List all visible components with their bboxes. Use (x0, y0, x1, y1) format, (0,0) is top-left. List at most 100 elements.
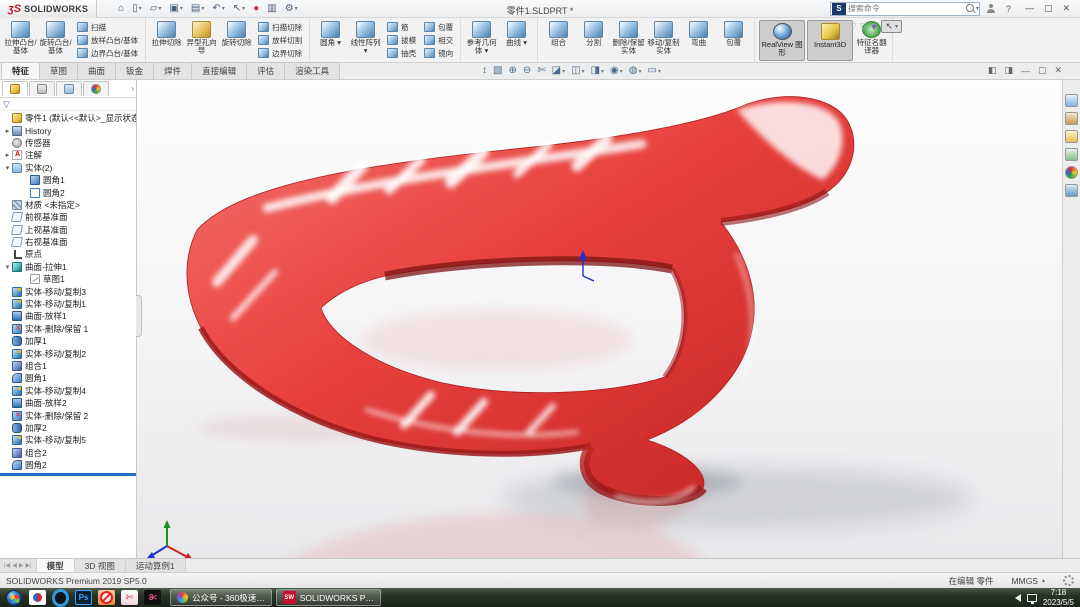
tree-item[interactable]: 右视基准面 (0, 236, 136, 248)
wrap-body-button[interactable]: 包覆 (716, 19, 751, 62)
tab-display-manager[interactable] (83, 81, 109, 96)
doc-tab-3d-views[interactable]: 3D 视图 (75, 559, 126, 572)
app-360-safe-icon[interactable] (29, 590, 46, 605)
window-browser-button[interactable]: 公众号 - 360极速… (170, 589, 272, 606)
design-library-icon[interactable] (1065, 112, 1078, 125)
tree-filter-row[interactable]: ▽ (0, 98, 136, 111)
tree-item[interactable]: ▾曲面-拉伸1 (0, 261, 136, 273)
filter-toggle-icon[interactable]: ▼ (870, 22, 879, 32)
filter-clear-icon[interactable]: ▽ (860, 21, 867, 32)
volume-icon[interactable] (1015, 594, 1021, 602)
tree-item[interactable]: 草图1 (0, 273, 136, 285)
tree-item[interactable]: 加厚1 (0, 335, 136, 347)
tree-item[interactable]: 实体-移动/复制1 (0, 298, 136, 310)
units-selector[interactable]: MMGS ▴ (1012, 576, 1045, 586)
display-style-button[interactable]: ◫▾ (569, 64, 586, 78)
lofted-cut-button[interactable]: 放样切割 (256, 34, 304, 46)
tab-焊件[interactable]: 焊件 (153, 62, 192, 79)
graphics-viewport[interactable] (137, 80, 1062, 558)
tab-渲染工具[interactable]: 渲染工具 (284, 62, 340, 79)
tab-nav-icon[interactable]: ▶ (19, 562, 24, 569)
app-browser-icon[interactable] (52, 590, 69, 605)
doc-restore-button[interactable]: ▢ (1038, 65, 1047, 76)
select-cursor-button[interactable]: ↖▾ (881, 20, 902, 33)
view-settings-button[interactable]: ▭▾ (646, 64, 663, 78)
swept-cut-button[interactable]: 扫描切除 (256, 21, 304, 33)
tab-configuration-manager[interactable] (56, 81, 82, 96)
options-button[interactable]: ⚙▾ (282, 3, 301, 15)
combine-button[interactable]: 组合 (541, 19, 576, 62)
tree-item[interactable]: 组合1 (0, 360, 136, 372)
file-explorer-icon[interactable] (1065, 130, 1078, 143)
tree-item[interactable]: 实体-移动/复制5 (0, 434, 136, 446)
tree-item[interactable]: ▸History (0, 124, 136, 136)
minimize-button[interactable]: — (1021, 3, 1038, 14)
expander-icon[interactable]: ▾ (3, 164, 12, 172)
hole-wizard-button[interactable]: 异型孔向导 (184, 19, 219, 62)
draft-button[interactable]: 拔模 (385, 34, 418, 46)
boundary-cut-button[interactable]: 边界切除 (256, 47, 304, 59)
tree-item[interactable]: 零件1 (默认<<默认>_显示状态 1>) (0, 112, 136, 124)
tree-item[interactable]: 材质 <未指定> (0, 199, 136, 211)
previous-view-button[interactable]: ⊖ (521, 64, 533, 78)
zoom-to-area-button[interactable]: ▧ (491, 64, 504, 78)
expander-icon[interactable]: ▾ (3, 263, 12, 271)
app-media-icon[interactable]: 8< (144, 590, 161, 605)
tree-item[interactable]: 圆角1 (0, 372, 136, 384)
select-button[interactable]: ↖▾ (230, 3, 248, 15)
instant3d-button[interactable]: Instant3D (807, 20, 853, 61)
view-orientation-button[interactable]: ◪▾ (550, 64, 567, 78)
tree-item[interactable]: 曲面-放样2 (0, 397, 136, 409)
tab-直接编辑[interactable]: 直接编辑 (191, 62, 247, 79)
swept-boss-base-button[interactable]: 扫描 (75, 21, 140, 33)
extruded-cut-button[interactable]: 拉伸切除 (149, 19, 184, 62)
tab-nav-icon[interactable]: |◀ (4, 562, 10, 569)
tree-item[interactable]: ▾实体(2) (0, 162, 136, 174)
panel-splitter-handle[interactable] (136, 295, 142, 337)
undo-button[interactable]: ↶▾ (209, 3, 227, 15)
tree-item[interactable]: 实体-移动/复制4 (0, 385, 136, 397)
tree-item[interactable]: 实体-移动/复制3 (0, 285, 136, 297)
fillet-button[interactable]: 圆角 ▾ (313, 19, 348, 62)
filter-off-icon[interactable]: ▽ (850, 21, 857, 32)
tree-item[interactable]: ▸注解 (0, 149, 136, 161)
tab-nav-icon[interactable]: ▶| (25, 562, 31, 569)
pane-tabs-more-icon[interactable]: › (131, 84, 134, 93)
search-input[interactable] (848, 4, 964, 13)
tree-item[interactable]: 圆角1 (0, 174, 136, 186)
flex-button[interactable]: 弯曲 (681, 19, 716, 62)
tab-特征[interactable]: 特征 (1, 62, 40, 79)
doc-close-button[interactable]: ✕ (1054, 65, 1062, 76)
tree-item[interactable]: 实体-删除/保留 2 (0, 409, 136, 421)
task-pane-home-icon[interactable] (1065, 94, 1078, 107)
print-button[interactable]: ▤▾ (188, 3, 207, 15)
tab-nav-icon[interactable]: ◀ (12, 562, 17, 569)
tree-item[interactable]: 圆角2 (0, 459, 136, 471)
status-gear-icon[interactable] (1063, 575, 1074, 586)
tab-property-manager[interactable] (29, 81, 55, 96)
close-button[interactable]: ✕ (1058, 3, 1074, 14)
edit-appearance-button[interactable]: ◉▾ (608, 64, 625, 78)
restore-button[interactable]: ▢ (1040, 3, 1057, 14)
custom-properties-icon[interactable] (1065, 184, 1078, 197)
shell-button[interactable]: 抽壳 (385, 47, 418, 59)
lofted-boss-base-button[interactable]: 放样凸台/基体 (75, 34, 140, 46)
pane-left-button[interactable]: ◧ (988, 65, 997, 76)
intersect-button[interactable]: 相交 (422, 34, 455, 46)
delete-keep-body-button[interactable]: 删除/保留实体 (611, 19, 646, 62)
mirror-button[interactable]: 镜向 (422, 47, 455, 59)
tree-item[interactable]: 前视基准面 (0, 211, 136, 223)
revolved-cut-button[interactable]: 旋转切除 (219, 19, 254, 62)
tree-filter-icon[interactable]: ▽ (3, 99, 10, 110)
search-icon[interactable] (964, 3, 976, 15)
tree-item[interactable]: 圆角2 (0, 186, 136, 198)
view-palette-icon[interactable] (1065, 148, 1078, 161)
taskbar-clock[interactable]: 7:18 2023/5/5 (1043, 588, 1074, 606)
start-button[interactable] (6, 590, 22, 606)
split-button[interactable]: 分割 (576, 19, 611, 62)
new-document-button[interactable]: ▯▾ (129, 3, 145, 15)
command-search[interactable]: S ▾ (830, 2, 980, 16)
open-document-button[interactable]: ▱▾ (147, 3, 165, 15)
section-view-button[interactable]: ✄ (535, 64, 547, 78)
revolved-boss-base-button[interactable]: 旋转凸台/基体 (38, 19, 73, 62)
